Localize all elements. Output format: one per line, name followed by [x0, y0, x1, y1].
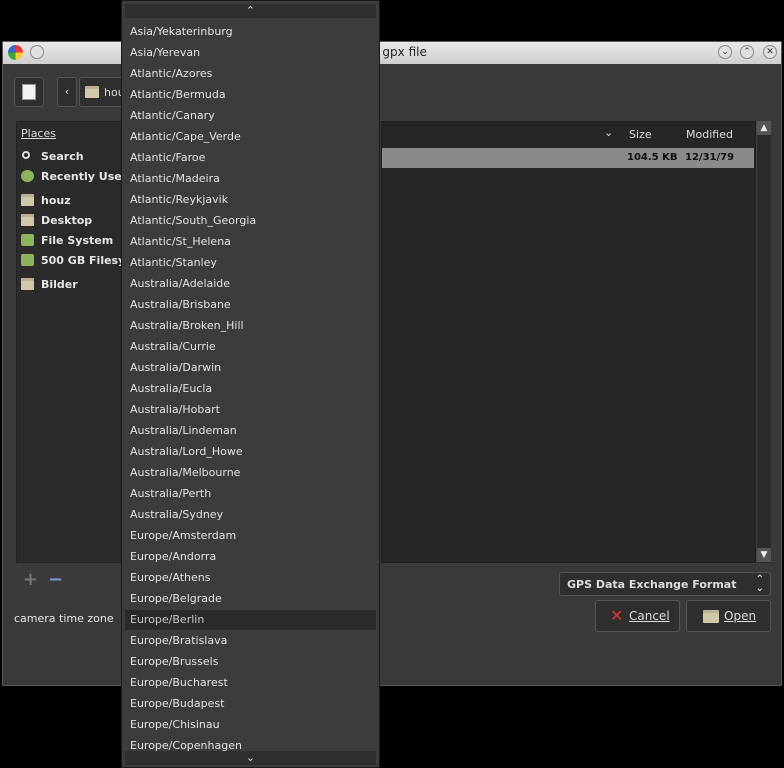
folder-icon — [21, 214, 34, 226]
column-sort-chevron-icon[interactable]: ⌄ — [604, 126, 613, 139]
folder-icon — [85, 86, 99, 98]
timezone-option[interactable]: Australia/Hobart — [125, 400, 376, 420]
cancel-button-label: Cancel — [629, 609, 670, 623]
timezone-option[interactable]: Atlantic/Stanley — [125, 253, 376, 273]
timezone-option[interactable]: Atlantic/Reykjavik — [125, 190, 376, 210]
folder-open-icon — [703, 610, 719, 623]
timezone-option[interactable]: Europe/Berlin — [125, 610, 376, 630]
timezone-option[interactable]: Australia/Broken_Hill — [125, 316, 376, 336]
place-label: Search — [41, 150, 84, 163]
timezone-option[interactable]: Atlantic/South_Georgia — [125, 211, 376, 231]
clock-icon — [21, 170, 34, 182]
timezone-option[interactable]: Atlantic/Cape_Verde — [125, 127, 376, 147]
edit-icon — [22, 84, 36, 100]
scroll-down-icon[interactable]: ▼ — [757, 548, 771, 562]
timezone-option[interactable]: Europe/Bucharest — [125, 673, 376, 693]
open-button[interactable]: Open — [686, 600, 771, 632]
timezone-option[interactable]: Europe/Amsterdam — [125, 526, 376, 546]
timezone-option[interactable]: Europe/Andorra — [125, 547, 376, 567]
timezone-option[interactable]: Europe/Budapest — [125, 694, 376, 714]
file-modified: 12/31/79 — [685, 152, 735, 163]
disk-icon — [21, 234, 34, 246]
remove-bookmark-button[interactable]: − — [48, 569, 63, 590]
open-button-label: Open — [724, 609, 757, 623]
scroll-up-icon[interactable]: ▲ — [757, 121, 771, 135]
place-search[interactable]: Search — [17, 148, 125, 166]
disk-icon — [21, 254, 34, 266]
place-label: Bilder — [41, 278, 78, 291]
timezone-option[interactable]: Australia/Lindeman — [125, 421, 376, 441]
cancel-button[interactable]: ✕ Cancel — [595, 600, 680, 632]
timezone-option[interactable]: Europe/Athens — [125, 568, 376, 588]
timezone-option[interactable]: Australia/Perth — [125, 484, 376, 504]
timezone-option[interactable]: Europe/Belgrade — [125, 589, 376, 609]
timezone-option[interactable]: Atlantic/St_Helena — [125, 232, 376, 252]
place-houz[interactable]: houz — [17, 192, 125, 210]
timezone-option[interactable]: Atlantic/Bermuda — [125, 85, 376, 105]
cancel-icon: ✕ — [610, 606, 624, 625]
place-file-system[interactable]: File System — [17, 232, 125, 250]
timezone-option[interactable]: Australia/Adelaide — [125, 274, 376, 294]
timezone-option[interactable]: Australia/Brisbane — [125, 295, 376, 315]
file-list: ⌄ Size Modified 104.5 KB 12/31/79 — [381, 121, 756, 563]
folder-icon — [21, 278, 34, 290]
timezone-option[interactable]: Europe/Bratislava — [125, 631, 376, 651]
timezone-option[interactable]: Australia/Melbourne — [125, 463, 376, 483]
timezone-option[interactable]: Australia/Sydney — [125, 505, 376, 525]
timezone-option[interactable]: Australia/Eucla — [125, 379, 376, 399]
app-icon — [8, 45, 23, 60]
column-header-size[interactable]: Size — [629, 128, 652, 141]
updown-chevron-icon: ⌃ ⌄ — [755, 574, 764, 594]
timezone-option[interactable]: Atlantic/Azores — [125, 64, 376, 84]
place-label: File System — [41, 234, 114, 247]
place-label: houz — [41, 194, 71, 207]
file-row[interactable]: 104.5 KB 12/31/79 — [382, 148, 754, 168]
timezone-dropdown-menu[interactable]: ⌃ Asia/Yekaterinburg Asia/Yerevan Atlantic… — [121, 0, 380, 768]
place-label: Desktop — [41, 214, 93, 227]
place-desktop[interactable]: Desktop — [17, 212, 125, 230]
place-bilder[interactable]: Bilder — [17, 276, 125, 294]
timezone-option[interactable]: Asia/Yerevan — [125, 43, 376, 63]
place-label: Recently Used — [41, 170, 125, 183]
scroll-down-chevron-icon[interactable]: ⌄ — [125, 751, 376, 765]
timezone-option[interactable]: Atlantic/Canary — [125, 106, 376, 126]
maximize-button[interactable]: ⌃ — [740, 45, 754, 59]
chevron-left-icon: ‹ — [64, 85, 70, 98]
file-list-scrollbar[interactable]: ▲ ▼ — [756, 121, 771, 563]
timezone-option[interactable]: Europe/Chisinau — [125, 715, 376, 735]
file-size: 104.5 KB — [627, 152, 678, 163]
type-location-button[interactable] — [14, 77, 44, 107]
timezone-option[interactable]: Australia/Lord_Howe — [125, 442, 376, 462]
timezone-option[interactable]: Australia/Currie — [125, 337, 376, 357]
scroll-up-chevron-icon[interactable]: ⌃ — [125, 4, 376, 18]
place-500gb-filesystem[interactable]: 500 GB Filesyst — [17, 252, 125, 270]
add-bookmark-button[interactable]: + — [23, 569, 38, 590]
sticky-button[interactable] — [30, 45, 44, 59]
title-bar: n gpx file ⌄ ⌃ ✕ — [3, 42, 781, 64]
timezone-option[interactable]: Europe/Brussels — [125, 652, 376, 672]
timezone-option[interactable]: Australia/Darwin — [125, 358, 376, 378]
timezone-option[interactable]: Atlantic/Madeira — [125, 169, 376, 189]
place-recently-used[interactable]: Recently Used — [17, 168, 125, 186]
path-back-button[interactable]: ‹ — [57, 77, 77, 107]
file-chooser-window: n gpx file ⌄ ⌃ ✕ ‹ hou Places Search Rec… — [2, 41, 782, 686]
filter-label: GPS Data Exchange Format — [567, 578, 737, 591]
folder-icon — [21, 194, 34, 206]
camera-time-zone-label: camera time zone — [14, 612, 114, 625]
close-button[interactable]: ✕ — [763, 45, 777, 59]
file-type-filter[interactable]: GPS Data Exchange Format ⌃ ⌄ — [559, 572, 771, 596]
search-icon — [22, 151, 30, 159]
places-header: Places — [21, 127, 56, 140]
places-sidebar: Places Search Recently Used houz Desktop… — [16, 121, 126, 563]
column-header-modified[interactable]: Modified — [686, 128, 733, 141]
timezone-option[interactable]: Atlantic/Faroe — [125, 148, 376, 168]
timezone-option[interactable]: Asia/Yekaterinburg — [125, 22, 376, 42]
place-label: 500 GB Filesyst — [41, 254, 125, 267]
minimize-button[interactable]: ⌄ — [718, 45, 732, 59]
